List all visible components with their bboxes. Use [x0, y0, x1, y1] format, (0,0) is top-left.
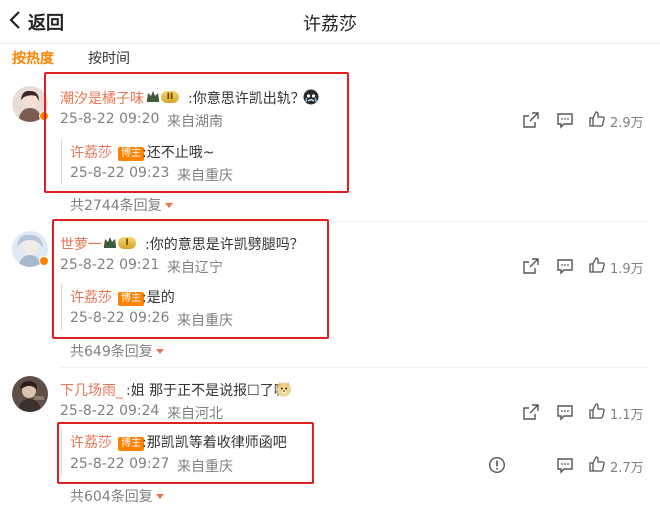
reply-location: 来自重庆: [177, 313, 233, 329]
reply-text: :还不止哦~: [142, 145, 215, 161]
like-count: 2.7万: [610, 461, 644, 476]
like-icon[interactable]: [588, 256, 606, 274]
verified-badge-icon: [39, 256, 49, 266]
comment-icon[interactable]: [556, 403, 574, 421]
vip-level: I: [118, 237, 136, 249]
divider: [60, 367, 648, 368]
author-badge: 博主: [118, 292, 144, 306]
view-replies-link[interactable]: 共604条回复: [70, 486, 164, 506]
vip-badge: I: [103, 235, 136, 251]
vip-level: II: [161, 91, 179, 103]
reply-location: 来自重庆: [177, 459, 233, 475]
comment-author[interactable]: 下几场雨_: [60, 380, 123, 400]
crying-face-icon: [303, 89, 319, 105]
view-replies-link[interactable]: 共649条回复: [70, 341, 164, 361]
reply-count-label: 共649条回复: [70, 344, 153, 360]
share-icon[interactable]: [522, 111, 540, 129]
page-title: 许荔莎: [303, 14, 357, 35]
reply-location: 来自重庆: [177, 168, 233, 184]
caret-down-icon: [155, 494, 164, 499]
comment-text: :姐 那于正不是说报☐了嘛: [126, 383, 288, 399]
comment-time: 25-8-22 09:21: [60, 257, 160, 273]
like-count: 1.1万: [610, 408, 644, 423]
vip-badge: II: [146, 89, 179, 105]
tab-sort-by-hot[interactable]: 按热度: [12, 48, 54, 68]
reply-author[interactable]: 许荔莎: [70, 142, 112, 162]
comment-location: 来自辽宁: [167, 260, 223, 276]
caret-down-icon: [155, 349, 164, 354]
comment-icon[interactable]: [556, 456, 574, 474]
like-icon[interactable]: [588, 402, 606, 420]
comment-location: 来自湖南: [167, 114, 223, 130]
like-count: 1.9万: [610, 262, 644, 277]
reply-text: :是的: [142, 290, 175, 306]
top-bar: 返回 许荔莎: [0, 0, 660, 44]
like-icon[interactable]: [588, 455, 606, 473]
like-count: 2.9万: [610, 116, 644, 131]
crown-icon: [103, 234, 117, 253]
comment-author[interactable]: 潮汐是橘子味: [60, 88, 144, 108]
comment-time: 25-8-22 09:20: [60, 111, 160, 127]
reply-count-label: 共604条回复: [70, 489, 153, 505]
sort-tabs: 按热度 按时间: [0, 48, 660, 72]
doge-face-icon: [276, 381, 292, 397]
reply-time: 25-8-22 09:26: [70, 310, 170, 326]
reply-indent-bar: [61, 139, 62, 185]
like-icon[interactable]: [588, 110, 606, 128]
tab-sort-by-time[interactable]: 按时间: [88, 48, 130, 68]
reply-time: 25-8-22 09:27: [70, 456, 170, 472]
comment-icon[interactable]: [556, 111, 574, 129]
reply-indent-bar: [61, 284, 62, 330]
share-icon[interactable]: [522, 403, 540, 421]
reply-author[interactable]: 许荔莎: [70, 287, 112, 307]
view-replies-link[interactable]: 共2744条回复: [70, 195, 173, 215]
report-icon[interactable]: [488, 456, 506, 474]
reply-author[interactable]: 许荔莎: [70, 432, 112, 452]
reply-indent-bar: [61, 429, 62, 475]
caret-down-icon: [164, 203, 173, 208]
author-badge: 博主: [118, 147, 144, 161]
comment-text: :你意思许凯出轨？: [188, 91, 305, 107]
avatar[interactable]: [12, 376, 48, 412]
comment-time: 25-8-22 09:24: [60, 403, 160, 419]
crown-icon: [146, 88, 160, 107]
comment-icon[interactable]: [556, 257, 574, 275]
comment-text: :你的意思是许凯劈腿吗？: [145, 237, 304, 253]
comment-author[interactable]: 世萝一: [60, 234, 102, 254]
author-badge: 博主: [118, 437, 144, 451]
reply-count-label: 共2744条回复: [70, 198, 162, 214]
reply-text: :那凯凯等着收律师函吧: [142, 435, 287, 451]
comment-location: 来自河北: [167, 406, 223, 422]
reply-time: 25-8-22 09:23: [70, 165, 170, 181]
share-icon[interactable]: [522, 257, 540, 275]
